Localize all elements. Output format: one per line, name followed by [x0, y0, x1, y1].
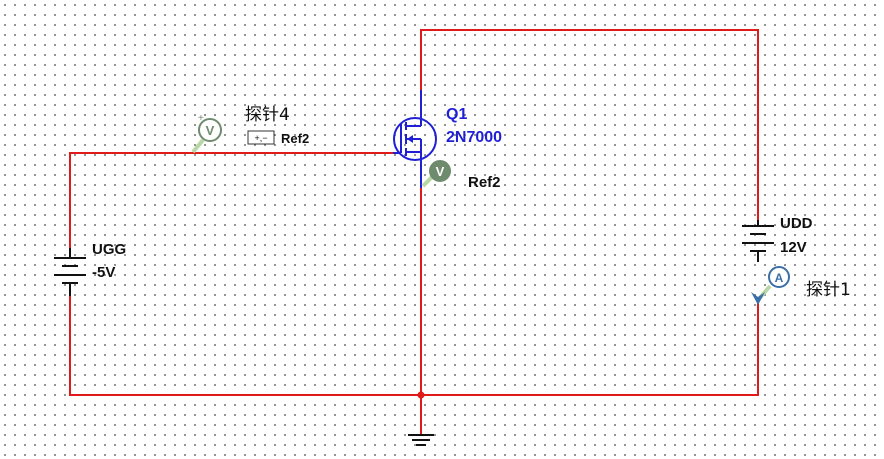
q1-model-label: 2N7000 [446, 129, 502, 146]
wire-gate-left[interactable] [69, 152, 393, 248]
battery-ugg[interactable]: UGG -5V [54, 241, 126, 296]
battery-udd[interactable]: UDD 12V [742, 215, 813, 262]
reference-symbol: +,− [254, 133, 267, 143]
wire-top[interactable] [420, 29, 759, 220]
voltage-probe-icon: V [421, 160, 451, 188]
ground-icon[interactable] [408, 434, 434, 446]
ammeter-probe-1[interactable]: A 探针1 [751, 266, 851, 305]
svg-text:A: A [775, 271, 784, 285]
voltage-probe-4[interactable]: V + 探针4 +,− Ref2 [191, 105, 309, 154]
udd-name-label: UDD [780, 215, 813, 232]
voltage-probe-ref2[interactable]: V Ref2 [421, 160, 501, 191]
ugg-name-label: UGG [92, 241, 126, 258]
ref2-probe-label: Ref2 [468, 174, 501, 191]
q1-name-label: Q1 [446, 106, 467, 123]
wires [69, 29, 759, 435]
ugg-value-label: -5V [92, 264, 115, 281]
probe1-name-label: 探针1 [806, 280, 851, 300]
ammeter-probe-icon: A [751, 266, 790, 305]
battery-icon [54, 248, 86, 296]
svg-text:V: V [436, 164, 445, 179]
svg-text:V: V [206, 123, 215, 138]
probe4-ref-label: Ref2 [281, 131, 309, 146]
circuit-schematic: UGG -5V UDD 12V Q1 2N7000 V + 探针4 +,− Re… [54, 29, 851, 446]
junction-dot [417, 391, 425, 399]
voltage-probe-icon: V + [191, 113, 222, 154]
battery-icon [742, 220, 774, 262]
probe4-name-label: 探针4 [245, 105, 290, 125]
udd-value-label: 12V [780, 239, 807, 256]
svg-text:+: + [198, 113, 204, 124]
wire-left-bottom[interactable] [69, 296, 759, 396]
schematic-canvas[interactable]: UGG -5V UDD 12V Q1 2N7000 V + 探针4 +,− Re… [0, 0, 884, 459]
